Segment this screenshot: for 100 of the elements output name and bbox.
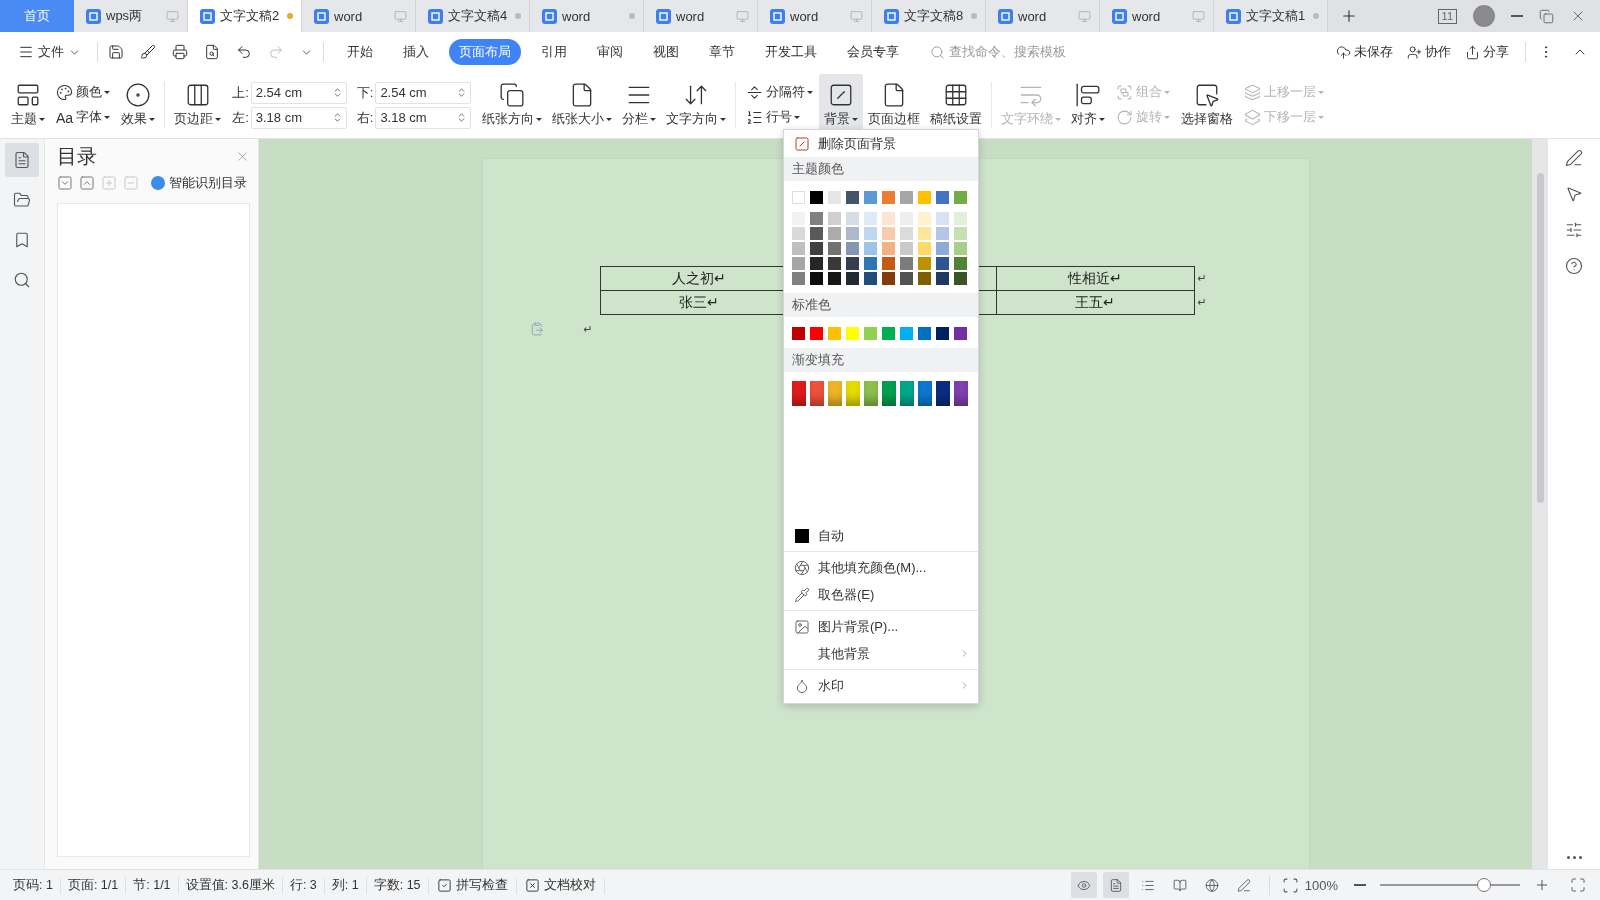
color-swatch[interactable] bbox=[900, 191, 913, 204]
margin-input[interactable]: 3.18 cm bbox=[375, 106, 472, 129]
margin-input[interactable]: 3.18 cm bbox=[250, 106, 347, 129]
avatar[interactable] bbox=[1473, 5, 1495, 27]
color-swatch[interactable] bbox=[846, 227, 859, 240]
color-swatch[interactable] bbox=[936, 212, 949, 225]
view-button[interactable] bbox=[1070, 872, 1097, 898]
color-swatch[interactable] bbox=[936, 227, 949, 240]
color-swatch[interactable] bbox=[954, 257, 967, 270]
color-swatch[interactable] bbox=[936, 272, 949, 285]
document-tab[interactable]: word bbox=[758, 0, 872, 32]
ribbon-button[interactable]: 纸张方向 bbox=[477, 74, 548, 136]
ribbon-button[interactable]: 效果 bbox=[116, 74, 161, 136]
outline-tool-button[interactable] bbox=[79, 175, 95, 191]
document-tab[interactable]: wps两 bbox=[74, 0, 188, 32]
gradient-swatch[interactable] bbox=[936, 381, 950, 406]
color-swatch[interactable] bbox=[918, 191, 931, 204]
more-icon[interactable] bbox=[1566, 856, 1582, 859]
color-swatch[interactable] bbox=[864, 242, 877, 255]
color-swatch[interactable] bbox=[846, 327, 859, 340]
color-swatch[interactable] bbox=[864, 257, 877, 270]
menu-item[interactable]: 其他背景 bbox=[784, 640, 978, 667]
ribbon-button[interactable]: 分栏 bbox=[617, 74, 662, 136]
ribbon-button[interactable]: 选择窗格 bbox=[1176, 74, 1239, 136]
color-swatch[interactable] bbox=[882, 272, 895, 285]
ribbon-tab[interactable]: 审阅 bbox=[587, 39, 633, 65]
color-swatch[interactable] bbox=[810, 257, 823, 270]
color-swatch[interactable] bbox=[792, 272, 805, 285]
ribbon-tab[interactable]: 开发工具 bbox=[755, 39, 827, 65]
color-swatch[interactable] bbox=[882, 227, 895, 240]
gradient-swatch[interactable] bbox=[828, 381, 842, 406]
gradient-swatch[interactable] bbox=[954, 381, 968, 406]
color-swatch[interactable] bbox=[792, 327, 805, 340]
margin-input[interactable]: 2.54 cm bbox=[250, 81, 347, 104]
color-swatch[interactable] bbox=[792, 227, 805, 240]
gradient-swatch[interactable] bbox=[882, 381, 896, 406]
document-tab[interactable]: word bbox=[644, 0, 758, 32]
toolbar-action[interactable]: 未保存 bbox=[1332, 43, 1397, 61]
color-swatch[interactable] bbox=[882, 242, 895, 255]
color-swatch[interactable] bbox=[792, 242, 805, 255]
color-swatch[interactable] bbox=[936, 191, 949, 204]
color-swatch[interactable] bbox=[792, 257, 805, 270]
color-swatch[interactable] bbox=[864, 212, 877, 225]
ribbon-tab[interactable]: 插入 bbox=[393, 39, 439, 65]
color-swatch[interactable] bbox=[900, 257, 913, 270]
document-tab[interactable]: word bbox=[302, 0, 416, 32]
smart-toc-button[interactable]: 智能识别目录 bbox=[151, 174, 247, 192]
color-swatch[interactable] bbox=[828, 242, 841, 255]
color-swatch[interactable] bbox=[900, 227, 913, 240]
color-swatch[interactable] bbox=[954, 327, 967, 340]
toolbar-action[interactable]: 协作 bbox=[1403, 43, 1455, 61]
ribbon-tab[interactable]: 开始 bbox=[337, 39, 383, 65]
color-swatch[interactable] bbox=[846, 191, 859, 204]
ribbon-tab[interactable]: 引用 bbox=[531, 39, 577, 65]
color-swatch[interactable] bbox=[864, 191, 877, 204]
color-swatch[interactable] bbox=[810, 242, 823, 255]
menu-item[interactable]: 其他填充颜色(M)... bbox=[784, 554, 978, 581]
color-swatch[interactable] bbox=[918, 257, 931, 270]
ribbon-button[interactable]: 页边距 bbox=[169, 74, 227, 136]
color-swatch[interactable] bbox=[864, 272, 877, 285]
view-button[interactable] bbox=[1102, 872, 1129, 898]
color-swatch[interactable] bbox=[900, 272, 913, 285]
ribbon-button[interactable]: 主题 bbox=[6, 74, 50, 136]
rail-button[interactable] bbox=[5, 143, 39, 177]
scrollbar[interactable] bbox=[1532, 139, 1548, 869]
color-swatch[interactable] bbox=[792, 191, 805, 204]
menu-item[interactable]: 取色器(E) bbox=[784, 581, 978, 608]
margin-input[interactable]: 2.54 cm bbox=[375, 81, 472, 104]
gradient-swatch[interactable] bbox=[864, 381, 878, 406]
ribbon-button[interactable]: Aa 字体 bbox=[54, 108, 113, 127]
color-swatch[interactable] bbox=[810, 212, 823, 225]
ribbon-button[interactable]: 行号 bbox=[744, 108, 816, 127]
status-button[interactable]: 拼写检查 bbox=[428, 876, 517, 894]
document-tab[interactable]: 文字文稿2 bbox=[188, 0, 302, 32]
slider-thumb[interactable] bbox=[1476, 878, 1491, 892]
color-swatch[interactable] bbox=[918, 272, 931, 285]
toolbar-action[interactable]: 分享 bbox=[1461, 43, 1513, 61]
color-swatch[interactable] bbox=[828, 212, 841, 225]
color-swatch[interactable] bbox=[954, 212, 967, 225]
color-swatch[interactable] bbox=[936, 327, 949, 340]
color-swatch[interactable] bbox=[882, 191, 895, 204]
color-swatch[interactable] bbox=[900, 242, 913, 255]
color-swatch[interactable] bbox=[828, 327, 841, 340]
gradient-swatch[interactable] bbox=[900, 381, 914, 406]
color-swatch[interactable] bbox=[846, 257, 859, 270]
status-button[interactable]: 文档校对 bbox=[516, 876, 605, 894]
document-tab[interactable]: 文字文稿8 bbox=[872, 0, 986, 32]
color-swatch[interactable] bbox=[918, 327, 931, 340]
gradient-swatch[interactable] bbox=[810, 381, 824, 406]
color-swatch[interactable] bbox=[810, 191, 823, 204]
ribbon-tab[interactable]: 章节 bbox=[699, 39, 745, 65]
color-swatch[interactable] bbox=[864, 327, 877, 340]
gradient-swatch[interactable] bbox=[792, 381, 806, 406]
color-swatch[interactable] bbox=[864, 227, 877, 240]
color-swatch[interactable] bbox=[846, 272, 859, 285]
minimize-icon[interactable] bbox=[1511, 15, 1523, 17]
document-tab[interactable]: 文字文稿4 bbox=[416, 0, 530, 32]
color-swatch[interactable] bbox=[882, 327, 895, 340]
ribbon-tab[interactable]: 视图 bbox=[643, 39, 689, 65]
gradient-swatch[interactable] bbox=[846, 381, 860, 406]
